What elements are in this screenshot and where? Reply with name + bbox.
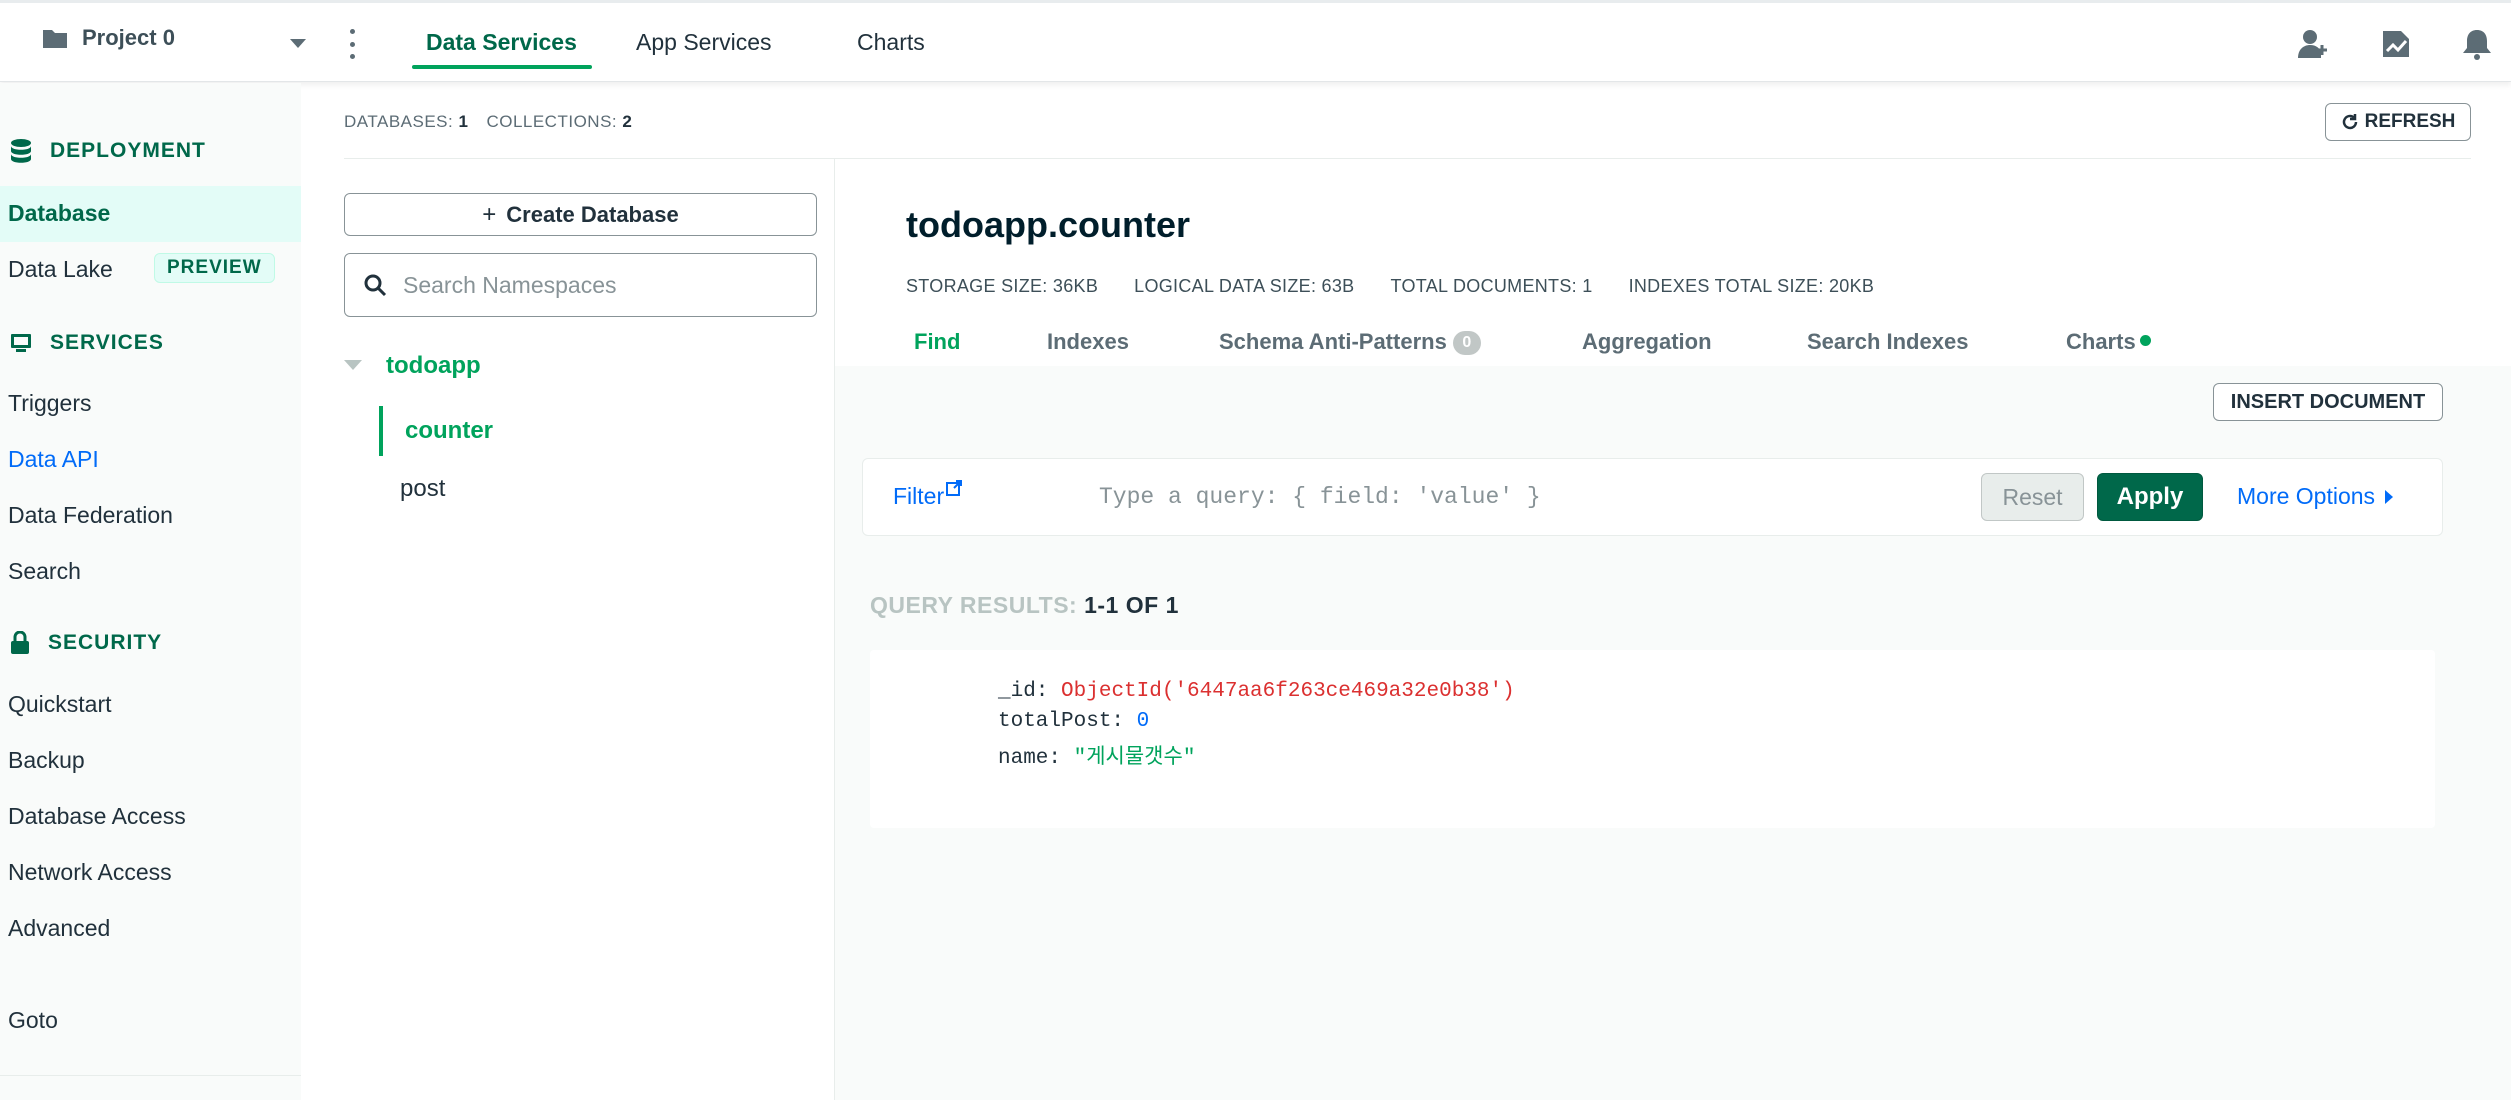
query-results-label: QUERY RESULTS: <box>870 592 1078 618</box>
tree-collection-counter[interactable]: counter <box>405 417 493 445</box>
sidebar-item-network-access[interactable]: Network Access <box>8 859 172 886</box>
refresh-button[interactable]: REFRESH <box>2325 103 2471 141</box>
sidebar-item-data-lake[interactable]: Data Lake <box>8 256 113 283</box>
sidebar-item-triggers[interactable]: Triggers <box>8 390 92 417</box>
selected-collection-indicator <box>379 406 383 456</box>
doc-field-id: _id: ObjectId('6447aa6f263ce469a32e0b38'… <box>998 680 1515 703</box>
sidebar-item-data-federation[interactable]: Data Federation <box>8 502 173 529</box>
query-results-summary: QUERY RESULTS: 1-1 OF 1 <box>870 592 1179 619</box>
databases-count: DATABASES: 1 <box>344 112 469 131</box>
sidebar-item-database[interactable]: Database <box>8 200 110 227</box>
tab-schema-anti-patterns[interactable]: Schema Anti-Patterns 0 <box>1219 329 1481 355</box>
collection-title: todoapp.counter <box>906 204 1190 245</box>
lock-icon <box>11 631 29 654</box>
external-link-icon <box>946 480 963 496</box>
tree-database-todoapp[interactable]: todoapp <box>386 352 481 380</box>
tab-search-indexes[interactable]: Search Indexes <box>1807 329 1968 355</box>
create-database-button[interactable]: + Create Database <box>344 193 817 236</box>
tab-data-services[interactable]: Data Services <box>426 29 577 56</box>
activity-feed-icon[interactable] <box>2379 27 2413 61</box>
bell-icon[interactable] <box>2460 27 2494 61</box>
services-section-header: SERVICES <box>10 331 164 355</box>
reset-button[interactable]: Reset <box>1981 473 2084 521</box>
chevron-down-icon[interactable] <box>290 39 306 48</box>
caret-right-icon <box>2385 489 2394 504</box>
more-options-label: More Options <box>2237 483 2376 509</box>
anti-patterns-count-badge: 0 <box>1452 331 1481 355</box>
folder-icon <box>43 30 67 48</box>
tree-collection-post[interactable]: post <box>400 475 445 503</box>
query-results-range: 1-1 OF 1 <box>1084 592 1179 618</box>
project-name: Project 0 <box>82 25 175 50</box>
namespace-search <box>344 253 817 317</box>
sidebar-item-search[interactable]: Search <box>8 558 81 585</box>
more-options-link[interactable]: More Options <box>2237 483 2394 510</box>
tab-app-services[interactable]: App Services <box>636 29 772 56</box>
create-database-label: Create Database <box>506 201 679 227</box>
plus-icon: + <box>482 200 497 228</box>
sidebar-item-database-access[interactable]: Database Access <box>8 803 186 830</box>
filter-label: Filter <box>893 483 945 509</box>
project-selector[interactable]: Project 0 <box>42 25 175 51</box>
security-heading: SECURITY <box>48 631 163 654</box>
tab-charts[interactable]: Charts <box>857 29 925 56</box>
sidebar-divider <box>0 1075 301 1076</box>
total-documents: TOTAL DOCUMENTS: 1 <box>1390 276 1593 296</box>
top-navigation-bar: Project 0 Data Services App Services Cha… <box>0 0 2511 82</box>
collection-metadata: STORAGE SIZE: 36KB LOGICAL DATA SIZE: 63… <box>906 276 1874 297</box>
cluster-stats: DATABASES: 1 COLLECTIONS: 2 <box>344 112 632 132</box>
sidebar-item-data-api[interactable]: Data API <box>8 446 99 473</box>
invite-user-icon[interactable] <box>2296 27 2330 61</box>
services-heading: SERVICES <box>50 331 164 354</box>
insert-document-button[interactable]: INSERT DOCUMENT <box>2213 383 2443 421</box>
tab-aggregation[interactable]: Aggregation <box>1582 329 1712 355</box>
database-icon <box>11 139 31 163</box>
search-namespaces-input[interactable] <box>403 271 803 299</box>
doc-field-name: name: "게시물갯수" <box>998 747 1196 770</box>
filter-link[interactable]: Filter <box>893 480 963 510</box>
indexes-total-size: INDEXES TOTAL SIZE: 20KB <box>1628 276 1875 296</box>
new-indicator-dot <box>2139 335 2151 346</box>
deployment-heading: DEPLOYMENT <box>50 139 206 162</box>
refresh-label: REFRESH <box>2364 111 2456 132</box>
active-tab-indicator <box>412 65 592 69</box>
apply-button[interactable]: Apply <box>2097 473 2203 521</box>
chevron-down-icon[interactable] <box>344 360 362 370</box>
left-sidebar: DEPLOYMENT Database Data Lake PREVIEW SE… <box>0 83 301 1100</box>
refresh-icon <box>2342 114 2357 130</box>
sidebar-item-advanced[interactable]: Advanced <box>8 915 110 942</box>
document-card[interactable]: _id: ObjectId('6447aa6f263ce469a32e0b38'… <box>870 650 2435 828</box>
tab-indexes[interactable]: Indexes <box>1047 329 1129 355</box>
doc-field-totalpost: totalPost: 0 <box>998 710 1150 733</box>
preview-badge: PREVIEW <box>154 253 275 283</box>
sidebar-item-goto[interactable]: Goto <box>8 1007 58 1034</box>
header-divider <box>344 158 2471 159</box>
schema-anti-patterns-label: Schema Anti-Patterns <box>1219 329 1447 354</box>
sidebar-item-quickstart[interactable]: Quickstart <box>8 691 112 718</box>
query-input[interactable] <box>1099 477 1839 517</box>
search-icon <box>364 274 387 297</box>
more-options-icon[interactable] <box>346 29 358 59</box>
query-filter-bar: Filter Reset Apply More Options <box>862 458 2443 536</box>
security-section-header: SECURITY <box>10 631 162 655</box>
collections-count: COLLECTIONS: 2 <box>486 112 633 131</box>
storage-size: STORAGE SIZE: 36KB <box>906 276 1099 296</box>
sidebar-item-backup[interactable]: Backup <box>8 747 85 774</box>
charts-tab-label: Charts <box>2066 329 2136 354</box>
deployment-section-header: DEPLOYMENT <box>10 139 206 163</box>
monitor-icon <box>11 334 31 352</box>
tab-find[interactable]: Find <box>914 329 960 355</box>
tab-charts-collection[interactable]: Charts <box>2066 329 2151 355</box>
logical-data-size: LOGICAL DATA SIZE: 63B <box>1134 276 1355 296</box>
